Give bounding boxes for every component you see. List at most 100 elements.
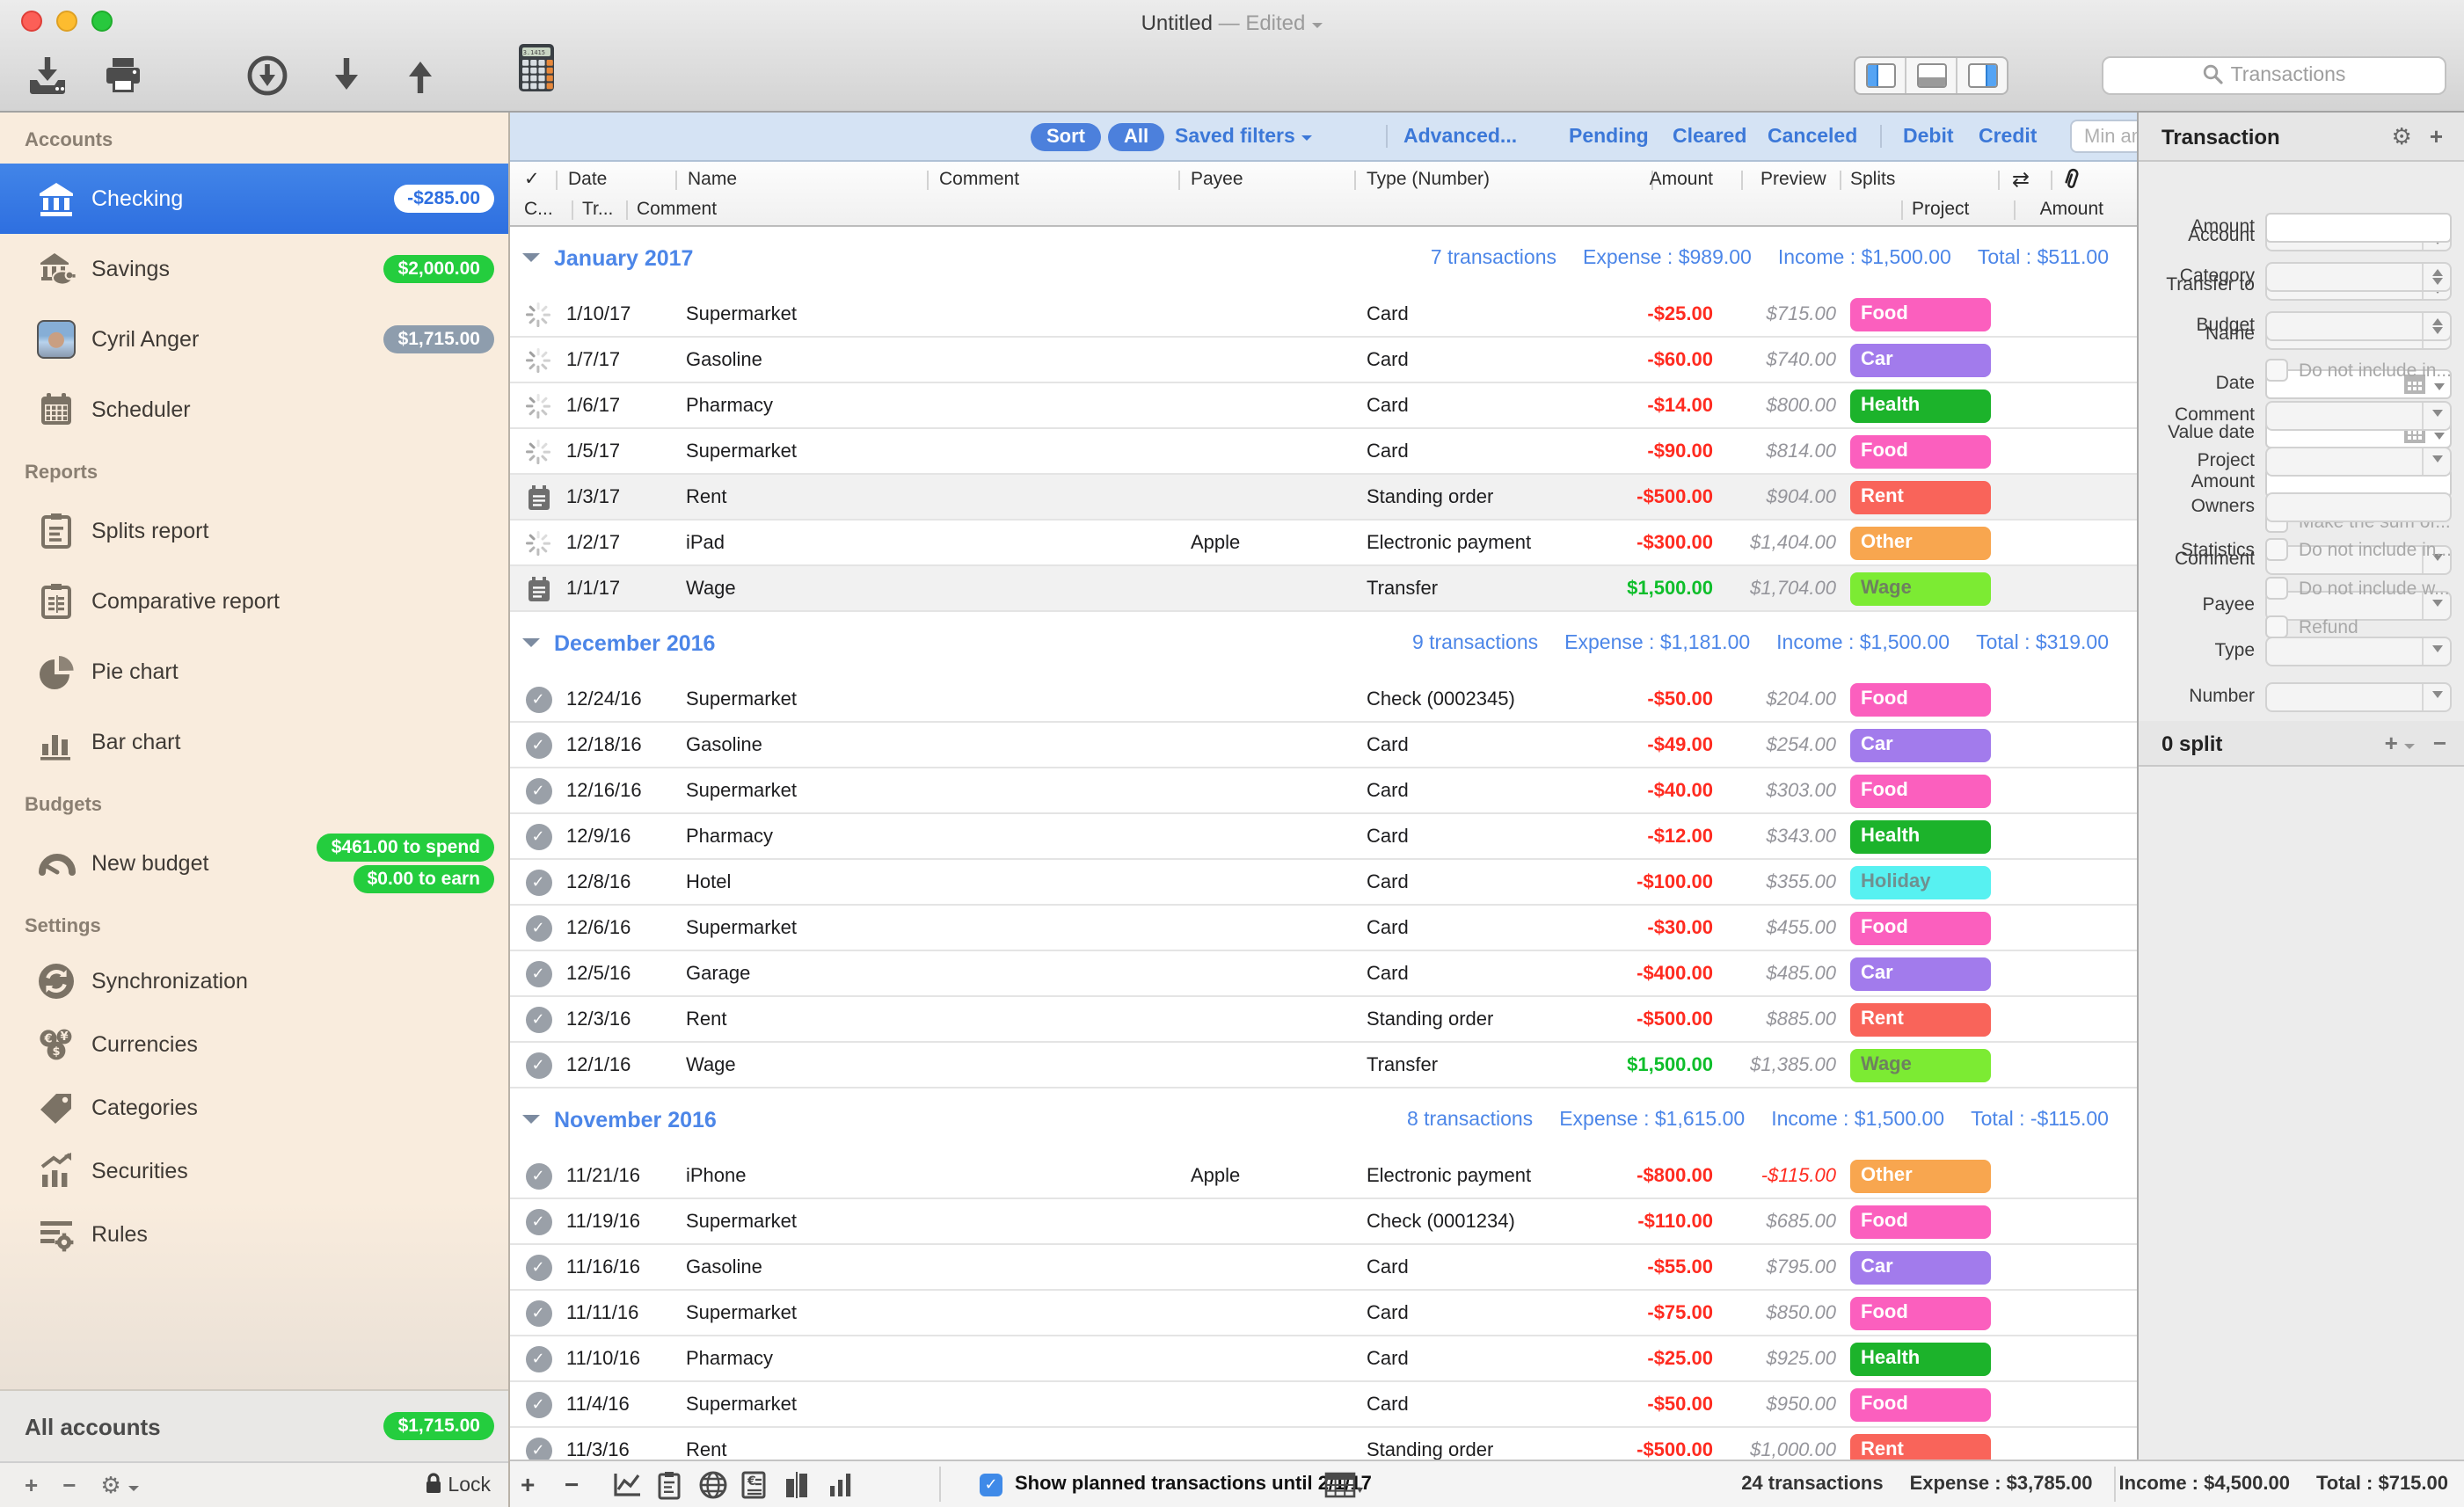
- checkbox[interactable]: [2265, 615, 2288, 638]
- transaction-row[interactable]: 1/5/17SupermarketCard-$90.00$814.00Food: [510, 429, 2137, 475]
- remove-split-button[interactable]: −: [2433, 730, 2446, 756]
- budget-stepper[interactable]: [2265, 311, 2452, 341]
- advanced-filter-button[interactable]: Advanced...: [1403, 113, 1517, 160]
- web-view-button[interactable]: [698, 1461, 728, 1507]
- add-transaction-button[interactable]: +: [521, 1461, 535, 1507]
- compare-view-button[interactable]: [783, 1461, 811, 1507]
- transaction-row[interactable]: ✓11/16/16GasolineCard-$55.00$795.00Car: [510, 1245, 2137, 1291]
- attachment-column-icon[interactable]: [2061, 167, 2082, 197]
- col2-transfer[interactable]: Tr...: [582, 199, 613, 220]
- transaction-row[interactable]: 1/7/17GasolineCard-$60.00$740.00Car: [510, 338, 2137, 383]
- col2-project[interactable]: Project: [1912, 199, 1969, 220]
- import-button[interactable]: [25, 53, 70, 98]
- transaction-row[interactable]: ✓12/6/16SupermarketCard-$30.00$455.00Foo…: [510, 906, 2137, 951]
- comment-dropdown[interactable]: [2265, 401, 2452, 431]
- print-button[interactable]: [100, 53, 146, 98]
- inspector-add-icon[interactable]: +: [2430, 123, 2443, 149]
- sidebar-item-scheduler[interactable]: Scheduler: [0, 375, 508, 445]
- toggle-left-sidebar-button[interactable]: [1855, 58, 1906, 93]
- saved-filters-menu[interactable]: Saved filters: [1175, 113, 1313, 160]
- report-view-button[interactable]: [656, 1461, 682, 1507]
- sidebar-item-splits-report[interactable]: Splits report: [0, 496, 508, 566]
- type-dropdown[interactable]: [2265, 637, 2452, 666]
- filter-pending-button[interactable]: Pending: [1569, 113, 1649, 160]
- col-comment[interactable]: Comment: [939, 169, 1019, 190]
- move-up-button[interactable]: [401, 53, 440, 98]
- transfer-column-icon[interactable]: ⇄: [2012, 167, 2030, 192]
- transaction-row[interactable]: ✓11/3/16RentStanding order-$500.00$1,000…: [510, 1428, 2137, 1460]
- col-preview[interactable]: Preview: [1761, 169, 1826, 190]
- col2-check[interactable]: C...: [524, 199, 553, 220]
- section-header[interactable]: December 20169 transactionsExpense : $1,…: [510, 621, 2137, 666]
- transaction-row[interactable]: ✓11/21/16iPhoneAppleElectronic payment-$…: [510, 1154, 2137, 1199]
- sort-button[interactable]: Sort: [1031, 122, 1101, 150]
- filter-canceled-button[interactable]: Canceled: [1768, 113, 1857, 160]
- transaction-row[interactable]: 1/3/17RentStanding order-$500.00$904.00R…: [510, 475, 2137, 521]
- section-header[interactable]: November 20168 transactionsExpense : $1,…: [510, 1097, 2137, 1143]
- add-account-button[interactable]: +: [25, 1472, 38, 1498]
- remove-transaction-button[interactable]: −: [565, 1461, 579, 1507]
- transaction-row[interactable]: 1/1/17WageTransfer$1,500.00$1,704.00Wage: [510, 566, 2137, 612]
- sidebar-item-categories[interactable]: Categories: [0, 1076, 508, 1139]
- checkbox[interactable]: [2265, 538, 2288, 561]
- add-split-button[interactable]: +: [2385, 730, 2416, 756]
- lock-button[interactable]: Lock: [423, 1471, 491, 1499]
- transaction-row[interactable]: ✓12/5/16GarageCard-$400.00$485.00Car: [510, 951, 2137, 997]
- move-down-button[interactable]: [327, 53, 366, 98]
- filter-credit-button[interactable]: Credit: [1979, 113, 2037, 160]
- col-date[interactable]: Date: [568, 169, 607, 190]
- collapse-triangle-icon[interactable]: [522, 253, 540, 271]
- transaction-row[interactable]: ✓11/10/16PharmacyCard-$25.00$925.00Healt…: [510, 1336, 2137, 1382]
- col-amount[interactable]: Amount: [1650, 169, 1713, 190]
- sidebar-item-cyril-anger[interactable]: Cyril Anger$1,715.00: [0, 304, 508, 375]
- col-payee[interactable]: Payee: [1191, 169, 1243, 190]
- owners-input[interactable]: [2265, 492, 2452, 522]
- checkbox[interactable]: [2265, 359, 2288, 382]
- transaction-row[interactable]: ✓11/19/16SupermarketCheck (0001234)-$110…: [510, 1199, 2137, 1245]
- download-update-button[interactable]: [244, 53, 290, 98]
- filter-debit-button[interactable]: Debit: [1903, 113, 1954, 160]
- sidebar-item-currencies[interactable]: €¥$Currencies: [0, 1013, 508, 1076]
- toggle-right-panel-button[interactable]: [1957, 58, 2007, 93]
- toggle-bottom-panel-button[interactable]: [1906, 58, 1957, 93]
- transaction-row[interactable]: ✓12/1/16WageTransfer$1,500.00$1,385.00Wa…: [510, 1043, 2137, 1088]
- checkbox[interactable]: [2265, 577, 2288, 600]
- all-accounts-summary[interactable]: All accounts $1,715.00: [0, 1391, 508, 1461]
- category-stepper[interactable]: [2265, 262, 2452, 292]
- collapse-triangle-icon[interactable]: [522, 1115, 540, 1132]
- col2-amount[interactable]: Amount: [2040, 199, 2103, 220]
- section-header[interactable]: January 20177 transactionsExpense : $989…: [510, 236, 2137, 281]
- filter-all-button[interactable]: All: [1108, 122, 1164, 150]
- collapse-triangle-icon[interactable]: [522, 638, 540, 656]
- transaction-row[interactable]: ✓12/18/16GasolineCard-$49.00$254.00Car: [510, 723, 2137, 768]
- account-actions-gear-icon[interactable]: ⚙: [100, 1471, 138, 1499]
- number-dropdown[interactable]: [2265, 682, 2452, 712]
- amount-input[interactable]: [2265, 213, 2452, 243]
- sidebar-item-rules[interactable]: Rules: [0, 1203, 508, 1266]
- sidebar-item-comparative-report[interactable]: Comparative report: [0, 566, 508, 637]
- statistics-view-button[interactable]: [827, 1461, 855, 1507]
- transaction-row[interactable]: ✓12/24/16SupermarketCheck (0002345)-$50.…: [510, 677, 2137, 723]
- col-name[interactable]: Name: [688, 169, 737, 190]
- remove-account-button[interactable]: −: [62, 1472, 76, 1498]
- sidebar-item-synchronization[interactable]: Synchronization: [0, 950, 508, 1013]
- sidebar-item-new-budget[interactable]: New budget$461.00 to spend$0.00 to earn: [0, 828, 508, 899]
- transaction-row[interactable]: ✓12/8/16HotelCard-$100.00$355.00Holiday: [510, 860, 2137, 906]
- filter-cleared-button[interactable]: Cleared: [1673, 113, 1746, 160]
- transaction-row[interactable]: 1/6/17PharmacyCard-$14.00$800.00Health: [510, 383, 2137, 429]
- sidebar-item-savings[interactable]: Savings$2,000.00: [0, 234, 508, 304]
- col-check[interactable]: ✓: [524, 169, 540, 190]
- transaction-row[interactable]: ✓12/9/16PharmacyCard-$12.00$343.00Health: [510, 814, 2137, 860]
- col-type[interactable]: Type (Number): [1367, 169, 1490, 190]
- table-layout-button[interactable]: [1324, 1461, 1363, 1507]
- sidebar-item-checking[interactable]: Checking-$285.00: [0, 164, 508, 234]
- show-planned-checkbox[interactable]: ✓ Show planned transactions until 2/1/17: [980, 1461, 1372, 1507]
- sidebar-item-bar-chart[interactable]: Bar chart: [0, 707, 508, 777]
- transaction-row[interactable]: ✓12/3/16RentStanding order-$500.00$885.0…: [510, 997, 2137, 1043]
- sidebar-item-securities[interactable]: Securities: [0, 1139, 508, 1203]
- currency-doc-button[interactable]: €: [740, 1461, 767, 1507]
- transaction-row[interactable]: 1/2/17iPadAppleElectronic payment-$300.0…: [510, 521, 2137, 566]
- col2-comment[interactable]: Comment: [637, 199, 717, 220]
- sidebar-item-pie-chart[interactable]: Pie chart: [0, 637, 508, 707]
- transaction-row[interactable]: ✓12/16/16SupermarketCard-$40.00$303.00Fo…: [510, 768, 2137, 814]
